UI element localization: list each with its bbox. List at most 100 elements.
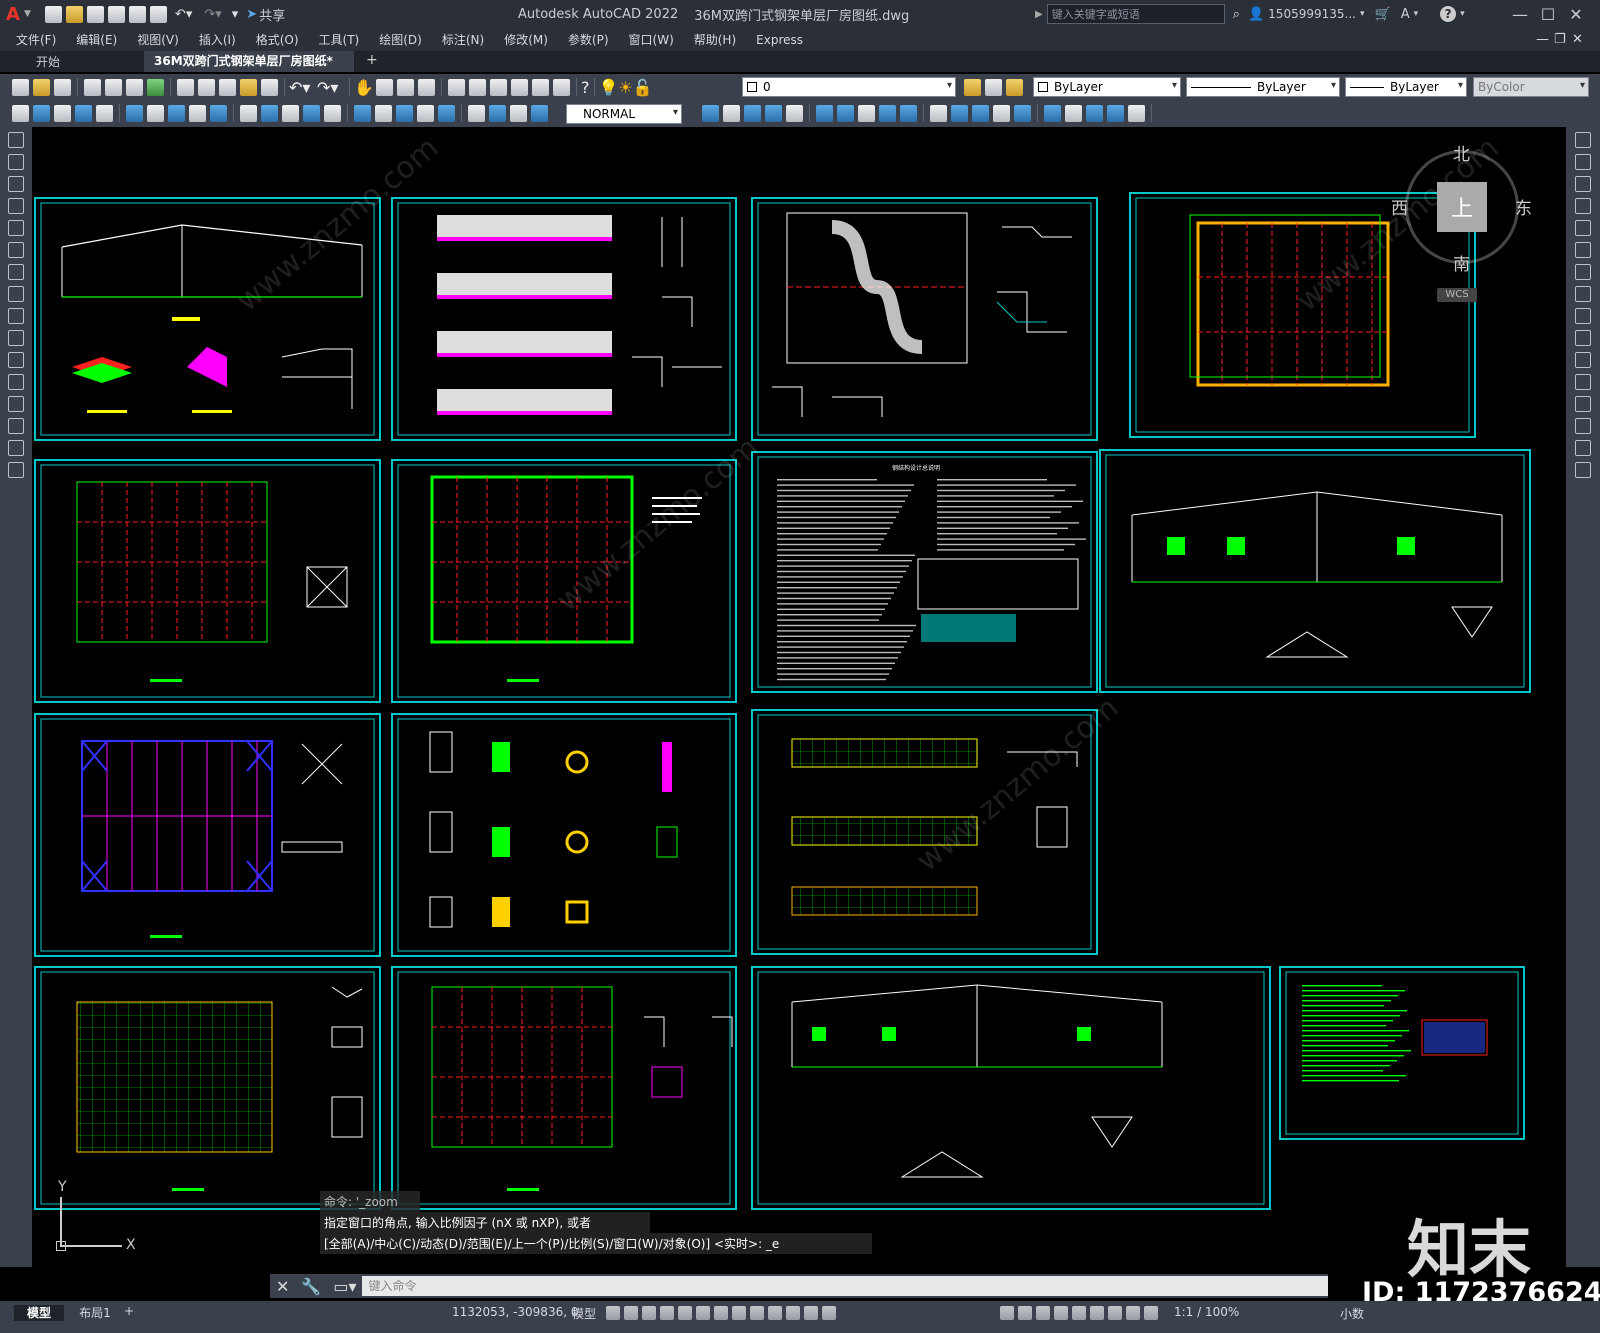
make-current-layer-icon[interactable] xyxy=(964,78,981,96)
menu-item-5[interactable]: 工具(T) xyxy=(319,31,360,48)
share-button[interactable]: 共享 xyxy=(259,5,285,24)
modify-tool-1-icon[interactable] xyxy=(1575,154,1591,170)
plotstyle-dropdown[interactable]: ByColor ▾ xyxy=(1473,77,1589,97)
dim-tool-23-icon[interactable] xyxy=(531,104,548,122)
layer-previous-icon[interactable] xyxy=(985,78,1002,96)
status-toggle-20-icon[interactable] xyxy=(1126,1306,1140,1320)
properties-icon[interactable] xyxy=(448,78,465,96)
dim-tool-22-icon[interactable] xyxy=(510,104,527,122)
units-display[interactable]: 小数 xyxy=(1340,1305,1364,1322)
modify-tool-3-icon[interactable] xyxy=(765,104,782,122)
modify-tool-2-icon[interactable] xyxy=(1575,176,1591,192)
menu-item-8[interactable]: 修改(M) xyxy=(504,31,548,48)
modify-tool-4-icon[interactable] xyxy=(1575,220,1591,236)
layout-tab-model[interactable]: 模型 xyxy=(14,1305,64,1321)
modify-tool-11-icon[interactable] xyxy=(951,104,968,122)
draw-tool-12-icon[interactable] xyxy=(8,396,24,412)
status-toggle-16-icon[interactable] xyxy=(1054,1306,1068,1320)
status-toggle-17-icon[interactable] xyxy=(1072,1306,1086,1320)
redo-toolbar-icon[interactable]: ↷▾ xyxy=(317,78,345,97)
menu-item-3[interactable]: 插入(I) xyxy=(199,31,236,48)
draw-tool-10-icon[interactable] xyxy=(8,352,24,368)
user-icon[interactable]: 👤 xyxy=(1248,7,1264,22)
draw-tool-8-icon[interactable] xyxy=(8,308,24,324)
quickcalc-icon[interactable] xyxy=(553,78,570,96)
new-icon[interactable] xyxy=(44,5,62,23)
dim-tool-2-icon[interactable] xyxy=(54,104,71,122)
draw-tool-9-icon[interactable] xyxy=(8,330,24,346)
modify-tool-6-icon[interactable] xyxy=(837,104,854,122)
modify-tool-12-icon[interactable] xyxy=(1575,396,1591,412)
customize-icon[interactable]: 🔧 xyxy=(301,1277,321,1296)
dim-tool-6-icon[interactable] xyxy=(147,104,164,122)
draw-tool-7-icon[interactable] xyxy=(8,286,24,302)
dim-tool-5-icon[interactable] xyxy=(126,104,143,122)
layout-tab-layout1[interactable]: 布局1 xyxy=(70,1305,120,1321)
dim-tool-18-icon[interactable] xyxy=(417,104,434,122)
share-icon[interactable]: ➤ xyxy=(246,7,257,22)
publish-icon[interactable] xyxy=(126,78,143,96)
close-button[interactable]: ✕ xyxy=(1562,5,1590,24)
dim-tool-3-icon[interactable] xyxy=(75,104,92,122)
layer-states-icon[interactable] xyxy=(1006,78,1023,96)
menu-item-12[interactable]: Express xyxy=(756,33,803,47)
web-mobile-icon[interactable] xyxy=(128,5,146,23)
lineweight-dropdown[interactable]: ByLayer ▾ xyxy=(1345,77,1467,97)
undo-icon[interactable]: ↶▾ xyxy=(175,7,192,22)
modify-tool-9-icon[interactable] xyxy=(1575,330,1591,346)
status-toggle-21-icon[interactable] xyxy=(1144,1306,1158,1320)
compass-east[interactable]: 东 xyxy=(1515,194,1532,219)
user-name[interactable]: 1505999135... xyxy=(1268,7,1356,21)
modify-tool-1-icon[interactable] xyxy=(723,104,740,122)
modify-tool-5-icon[interactable] xyxy=(816,104,833,122)
modify-tool-18-icon[interactable] xyxy=(1107,104,1124,122)
help-toolbar-icon[interactable]: ? xyxy=(581,78,590,97)
wcs-menu[interactable]: WCS xyxy=(1437,288,1477,302)
dim-tool-1-icon[interactable] xyxy=(33,104,50,122)
viewcube[interactable]: 上 北 南 西 东 WCS xyxy=(1391,142,1532,302)
undo-toolbar-icon[interactable]: ↶▾ xyxy=(289,78,317,97)
draw-tool-4-icon[interactable] xyxy=(8,220,24,236)
bulb-icon[interactable]: 💡 xyxy=(599,78,619,97)
color-dropdown[interactable]: ByLayer ▾ xyxy=(1033,77,1181,97)
modify-tool-17-icon[interactable] xyxy=(1086,104,1103,122)
draw-tool-2-icon[interactable] xyxy=(8,176,24,192)
menu-item-4[interactable]: 格式(O) xyxy=(256,31,299,48)
paste-icon[interactable] xyxy=(219,78,236,96)
modify-tool-12-icon[interactable] xyxy=(972,104,989,122)
modify-tool-7-icon[interactable] xyxy=(858,104,875,122)
modify-tool-19-icon[interactable] xyxy=(1128,104,1145,122)
modify-tool-9-icon[interactable] xyxy=(900,104,917,122)
draw-tool-13-icon[interactable] xyxy=(8,418,24,434)
status-toggle-18-icon[interactable] xyxy=(1090,1306,1104,1320)
zoom-window-icon[interactable] xyxy=(397,78,414,96)
menu-item-9[interactable]: 参数(P) xyxy=(568,31,609,48)
matchprop-icon[interactable] xyxy=(240,78,257,96)
modify-tool-14-icon[interactable] xyxy=(1014,104,1031,122)
modify-tool-16-icon[interactable] xyxy=(1065,104,1082,122)
preview-icon[interactable] xyxy=(105,78,122,96)
open-icon[interactable] xyxy=(65,5,83,23)
qopen-icon[interactable] xyxy=(33,78,50,96)
doc-minimize-button[interactable]: — xyxy=(1536,32,1554,47)
lock-icon[interactable]: 🔓 xyxy=(633,78,653,97)
status-toggle-5-icon[interactable] xyxy=(696,1306,710,1320)
dim-tool-0-icon[interactable] xyxy=(12,104,29,122)
autodesk-account-icon[interactable]: A xyxy=(1401,7,1410,22)
modify-tool-15-icon[interactable] xyxy=(1044,104,1061,122)
dim-tool-17-icon[interactable] xyxy=(396,104,413,122)
status-toggle-3-icon[interactable] xyxy=(660,1306,674,1320)
viewcube-face[interactable]: 上 xyxy=(1437,182,1487,232)
modify-tool-5-icon[interactable] xyxy=(1575,242,1591,258)
model-space-canvas[interactable]: 钢结构设计总说明 www.znzmo.com www.znzmo.com www… xyxy=(32,127,1600,1308)
command-input[interactable]: 键入命令 xyxy=(362,1276,1328,1296)
draw-tool-0-icon[interactable] xyxy=(8,132,24,148)
dim-tool-21-icon[interactable] xyxy=(489,104,506,122)
menu-item-7[interactable]: 标注(N) xyxy=(442,31,484,48)
tab-drawing[interactable]: 36M双跨门式钢架单层厂房图纸* × xyxy=(144,51,354,89)
qnew-icon[interactable] xyxy=(12,78,29,96)
cart-icon[interactable]: 🛒 xyxy=(1375,7,1391,22)
print-icon[interactable] xyxy=(84,78,101,96)
minimize-button[interactable]: — xyxy=(1506,5,1534,24)
tab-start[interactable]: 开始 xyxy=(14,52,142,72)
